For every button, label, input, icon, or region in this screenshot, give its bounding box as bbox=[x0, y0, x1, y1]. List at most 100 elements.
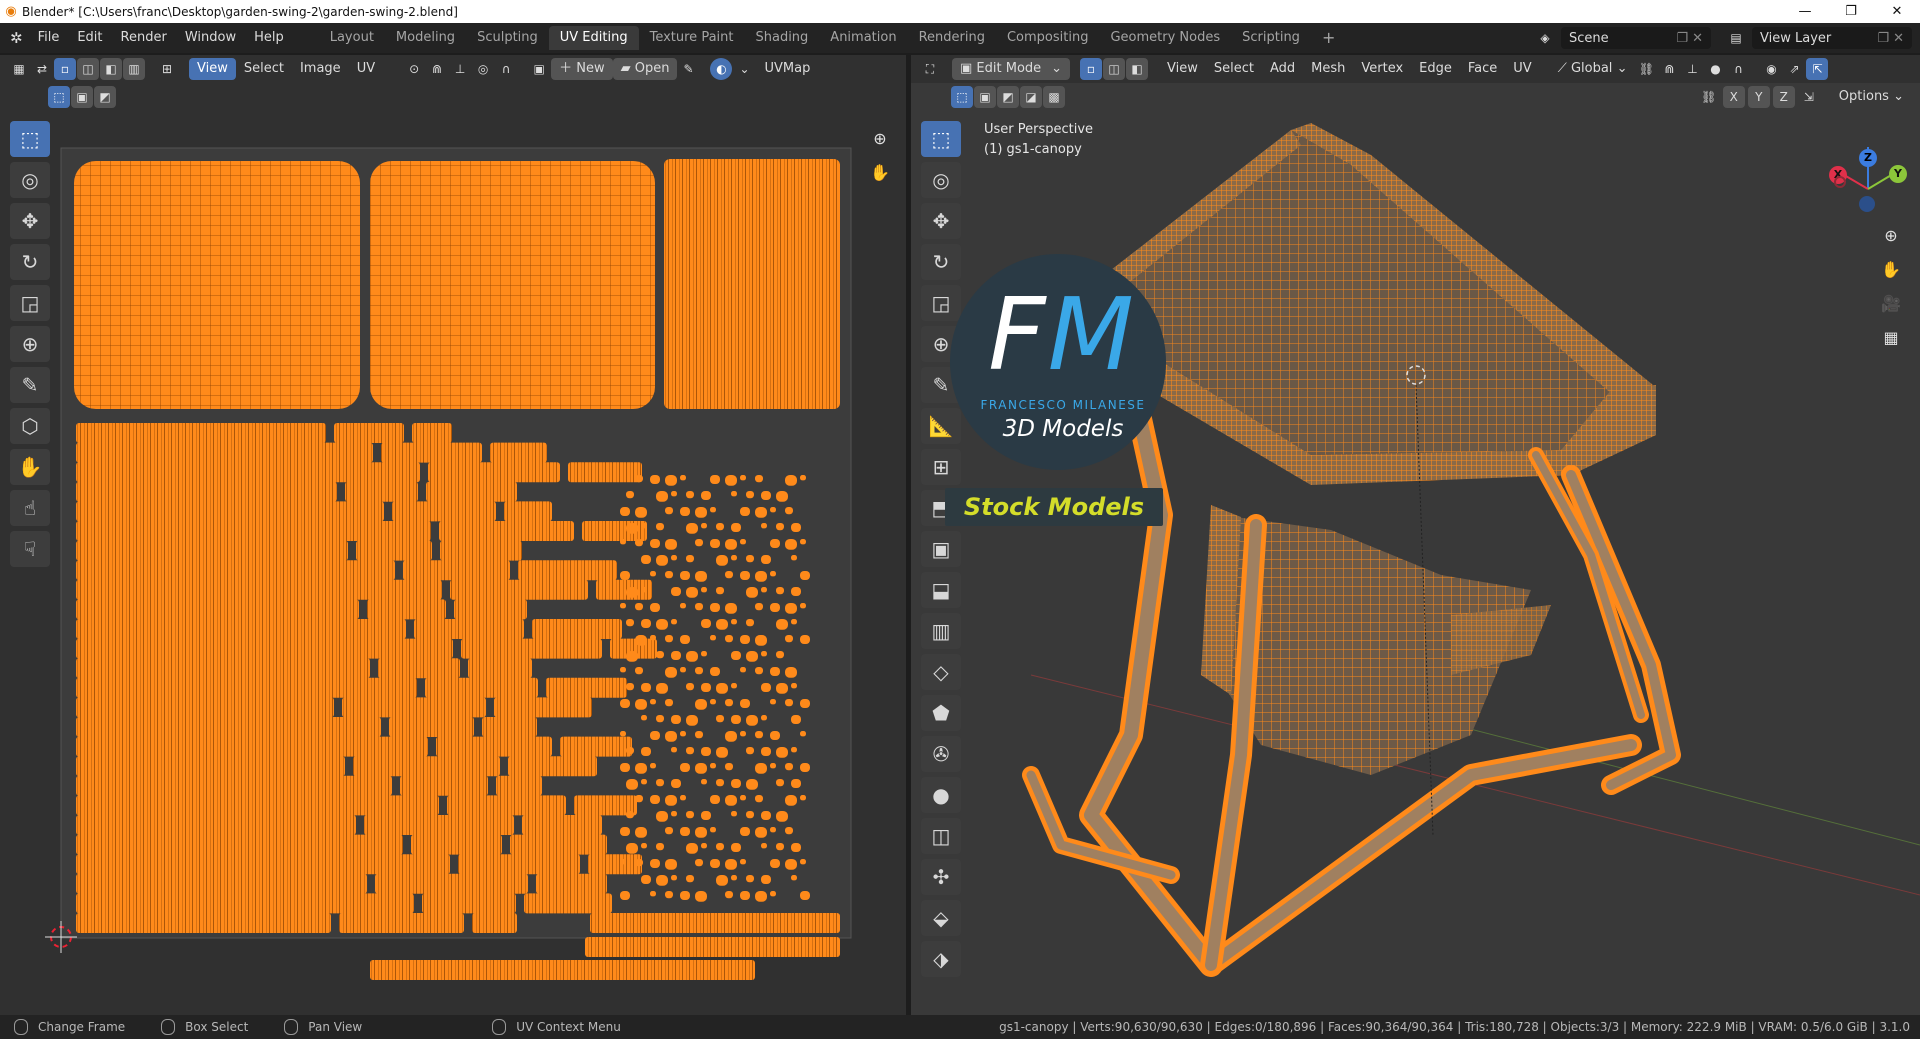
gizmo-neg-x[interactable] bbox=[1834, 176, 1846, 188]
knife-tool-icon[interactable]: ◇ bbox=[921, 654, 961, 690]
camera-view-icon[interactable]: 🎥 bbox=[1876, 288, 1906, 318]
blender-menu-icon[interactable]: ✲ bbox=[0, 23, 29, 53]
vp-select-invert-icon[interactable]: ◪ bbox=[1020, 86, 1042, 108]
annotate-tool-icon[interactable]: ✎ bbox=[10, 367, 50, 403]
cursor-tool-icon[interactable]: ◎ bbox=[10, 162, 50, 198]
tab-uv-editing[interactable]: UV Editing bbox=[548, 26, 639, 50]
rip-region-tool-icon[interactable]: ⬗ bbox=[921, 941, 961, 977]
vp-snap-icon[interactable]: ⋒ bbox=[1658, 58, 1680, 80]
menu-help[interactable]: Help bbox=[245, 23, 293, 53]
auto-merge-icon[interactable]: ⇲ bbox=[1798, 86, 1820, 108]
vp-snap-target-icon[interactable]: ⊥ bbox=[1681, 58, 1703, 80]
add-workspace-button[interactable]: + bbox=[1311, 26, 1346, 50]
close-window-button[interactable]: ✕ bbox=[1874, 4, 1920, 19]
tab-sculpting[interactable]: Sculpting bbox=[466, 26, 549, 50]
scene-selector[interactable]: Scene ❐ ✕ bbox=[1561, 27, 1711, 49]
pan-icon[interactable]: ✋ bbox=[865, 157, 895, 187]
options-dropdown[interactable]: Options ⌄ bbox=[1831, 86, 1912, 108]
gizmo-toggle-icon[interactable]: ⇗ bbox=[1783, 58, 1805, 80]
scene-icon[interactable]: ◈ bbox=[1534, 27, 1556, 49]
orientation-selector[interactable]: ⟋ Global ⌄ bbox=[1550, 58, 1636, 80]
vp-select-subtract-icon[interactable]: ◩ bbox=[997, 86, 1019, 108]
xray-icon[interactable]: ⇱ bbox=[1806, 58, 1829, 80]
tab-animation[interactable]: Animation bbox=[819, 26, 907, 50]
pinch-tool-icon[interactable]: ☟ bbox=[10, 531, 50, 567]
scale-tool-icon[interactable]: ◲ bbox=[10, 285, 50, 321]
tab-layout[interactable]: Layout bbox=[319, 26, 385, 50]
visibility-icon[interactable]: ◉ bbox=[1760, 58, 1782, 80]
shrink-tool-icon[interactable]: ✣ bbox=[921, 859, 961, 895]
vp-pan-icon[interactable]: ✋ bbox=[1876, 254, 1906, 284]
vp-menu-view[interactable]: View bbox=[1159, 58, 1206, 80]
view-layer-selector[interactable]: View Layer ❐ ✕ bbox=[1752, 27, 1912, 49]
vp-select-box-tool-icon[interactable]: ⬚ bbox=[921, 121, 961, 157]
bevel-tool-icon[interactable]: ⬓ bbox=[921, 572, 961, 608]
vp-falloff-icon[interactable]: ∩ bbox=[1727, 58, 1749, 80]
face-mode-icon[interactable]: ◧ bbox=[1126, 58, 1148, 80]
inset-tool-icon[interactable]: ▣ bbox=[921, 531, 961, 567]
tab-geometry-nodes[interactable]: Geometry Nodes bbox=[1099, 26, 1231, 50]
mirror-x-button[interactable]: X bbox=[1722, 86, 1745, 108]
tab-texture-paint[interactable]: Texture Paint bbox=[639, 26, 745, 50]
scene-copy-icon[interactable]: ❐ ✕ bbox=[1676, 31, 1703, 46]
vp-cursor-tool-icon[interactable]: ◎ bbox=[921, 162, 961, 198]
vp-menu-face[interactable]: Face bbox=[1460, 58, 1505, 80]
view-layer-copy-icon[interactable]: ❐ ✕ bbox=[1877, 31, 1904, 46]
zoom-icon[interactable]: ⊕ bbox=[865, 123, 895, 153]
pivot-point-icon[interactable]: ⛓ bbox=[1635, 58, 1657, 80]
vp-menu-uv[interactable]: UV bbox=[1505, 58, 1539, 80]
viewport-editor-type-icon[interactable]: ⛶ bbox=[919, 58, 941, 80]
vp-move-tool-icon[interactable]: ✥ bbox=[921, 203, 961, 239]
tab-rendering[interactable]: Rendering bbox=[908, 26, 996, 50]
loop-cut-tool-icon[interactable]: ▥ bbox=[921, 613, 961, 649]
mirror-y-button[interactable]: Y bbox=[1747, 86, 1770, 108]
grab-tool-icon[interactable]: ✋ bbox=[10, 449, 50, 485]
move-tool-icon[interactable]: ✥ bbox=[10, 203, 50, 239]
menu-edit[interactable]: Edit bbox=[68, 23, 111, 53]
smooth-tool-icon[interactable]: ● bbox=[921, 777, 961, 813]
mode-selector[interactable]: ▣ Edit Mode ⌄ bbox=[952, 58, 1070, 80]
maximize-button[interactable]: ❐ bbox=[1828, 4, 1874, 19]
viewport-canvas[interactable] bbox=[911, 55, 1920, 1015]
tab-modeling[interactable]: Modeling bbox=[385, 26, 466, 50]
menu-render[interactable]: Render bbox=[112, 23, 176, 53]
vp-menu-mesh[interactable]: Mesh bbox=[1303, 58, 1353, 80]
vp-menu-select[interactable]: Select bbox=[1206, 58, 1262, 80]
vertex-mode-icon[interactable]: ▫ bbox=[1080, 58, 1102, 80]
vp-menu-add[interactable]: Add bbox=[1262, 58, 1303, 80]
tab-compositing[interactable]: Compositing bbox=[996, 26, 1100, 50]
vp-menu-edge[interactable]: Edge bbox=[1411, 58, 1460, 80]
gizmo-z[interactable]: Z bbox=[1859, 149, 1877, 167]
tab-scripting[interactable]: Scripting bbox=[1231, 26, 1311, 50]
menu-window[interactable]: Window bbox=[176, 23, 245, 53]
mirror-icon[interactable]: ⛓ bbox=[1698, 86, 1720, 108]
transform-tool-icon[interactable]: ⊕ bbox=[10, 326, 50, 362]
select-box-tool-icon[interactable]: ⬚ bbox=[10, 121, 50, 157]
view-layer-icon[interactable]: ▤ bbox=[1725, 27, 1747, 49]
tab-shading[interactable]: Shading bbox=[744, 26, 819, 50]
vp-rotate-tool-icon[interactable]: ↻ bbox=[921, 244, 961, 280]
measure-tool-icon[interactable]: 📐 bbox=[921, 408, 961, 444]
minimize-button[interactable]: — bbox=[1782, 4, 1828, 19]
edge-mode-icon[interactable]: ◫ bbox=[1103, 58, 1125, 80]
mirror-z-button[interactable]: Z bbox=[1772, 86, 1795, 108]
uv-canvas[interactable] bbox=[0, 55, 906, 1015]
vp-proportional-icon[interactable]: ● bbox=[1704, 58, 1726, 80]
gizmo-neg-z[interactable] bbox=[1859, 196, 1875, 212]
vp-select-new-icon[interactable]: ⬚ bbox=[951, 86, 973, 108]
vp-scale-tool-icon[interactable]: ◲ bbox=[921, 285, 961, 321]
poly-build-tool-icon[interactable]: ⬟ bbox=[921, 695, 961, 731]
spin-tool-icon[interactable]: ✇ bbox=[921, 736, 961, 772]
vp-zoom-icon[interactable]: ⊕ bbox=[1876, 220, 1906, 250]
ortho-toggle-icon[interactable]: ▦ bbox=[1876, 322, 1906, 352]
edge-slide-tool-icon[interactable]: ◫ bbox=[921, 818, 961, 854]
relax-tool-icon[interactable]: ☝ bbox=[10, 490, 50, 526]
vp-select-intersect-icon[interactable]: ▩ bbox=[1043, 86, 1065, 108]
rip-tool-icon[interactable]: ⬡ bbox=[10, 408, 50, 444]
rotate-tool-icon[interactable]: ↻ bbox=[10, 244, 50, 280]
add-cube-tool-icon[interactable]: ⊞ bbox=[921, 449, 961, 485]
gizmo-y[interactable]: Y bbox=[1889, 165, 1907, 183]
shear-tool-icon[interactable]: ⬙ bbox=[921, 900, 961, 936]
vp-select-extend-icon[interactable]: ▣ bbox=[974, 86, 996, 108]
menu-file[interactable]: File bbox=[29, 23, 69, 53]
